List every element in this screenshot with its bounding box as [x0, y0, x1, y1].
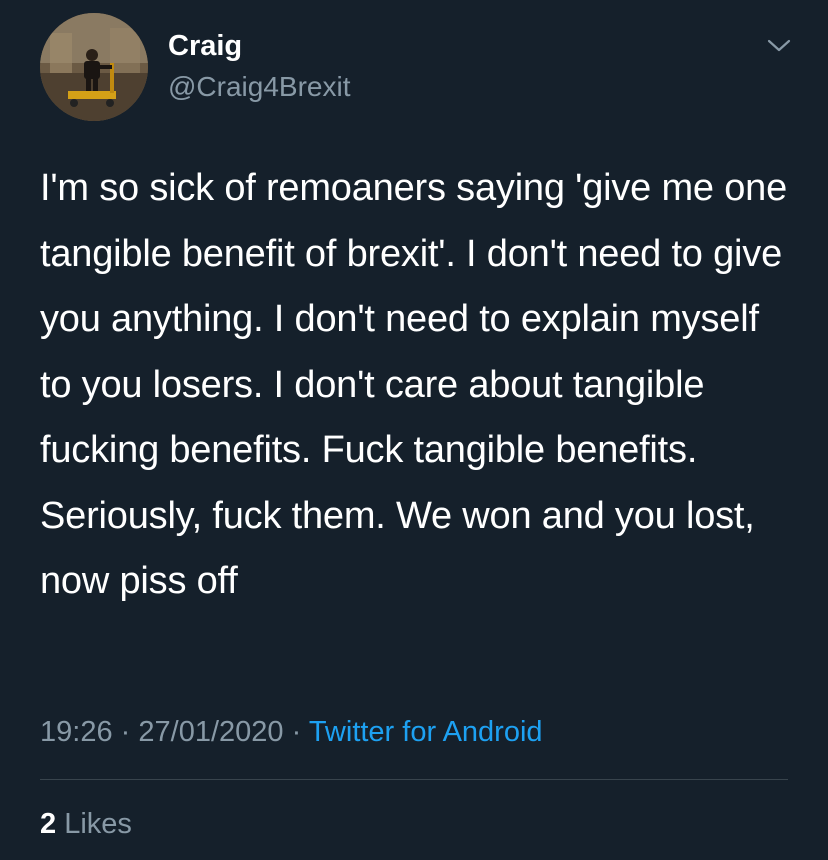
likes-label: Likes — [64, 808, 132, 840]
tweet-detail: Craig @Craig4Brexit I'm so sick of remoa… — [0, 0, 828, 860]
avatar[interactable] — [40, 13, 148, 121]
user-handle[interactable]: @Craig4Brexit — [168, 70, 350, 104]
display-name[interactable]: Craig — [168, 28, 242, 64]
tweet-time[interactable]: 19:26 — [40, 716, 113, 748]
avatar-photo — [40, 13, 148, 121]
chevron-down-icon[interactable] — [766, 36, 792, 56]
tweet-metadata: 19:26 · 27/01/2020 · Twitter for Android — [40, 712, 543, 752]
likes-count: 2 — [40, 808, 57, 840]
likes-stat[interactable]: 2 Likes — [40, 804, 132, 844]
tweet-date[interactable]: 27/01/2020 — [138, 716, 283, 748]
meta-separator: · — [291, 716, 302, 748]
tweet-text: I'm so sick of remoaners saying 'give me… — [40, 167, 788, 602]
divider — [40, 779, 788, 780]
tweet-source-link[interactable]: Twitter for Android — [309, 716, 543, 748]
meta-separator: · — [120, 716, 131, 748]
